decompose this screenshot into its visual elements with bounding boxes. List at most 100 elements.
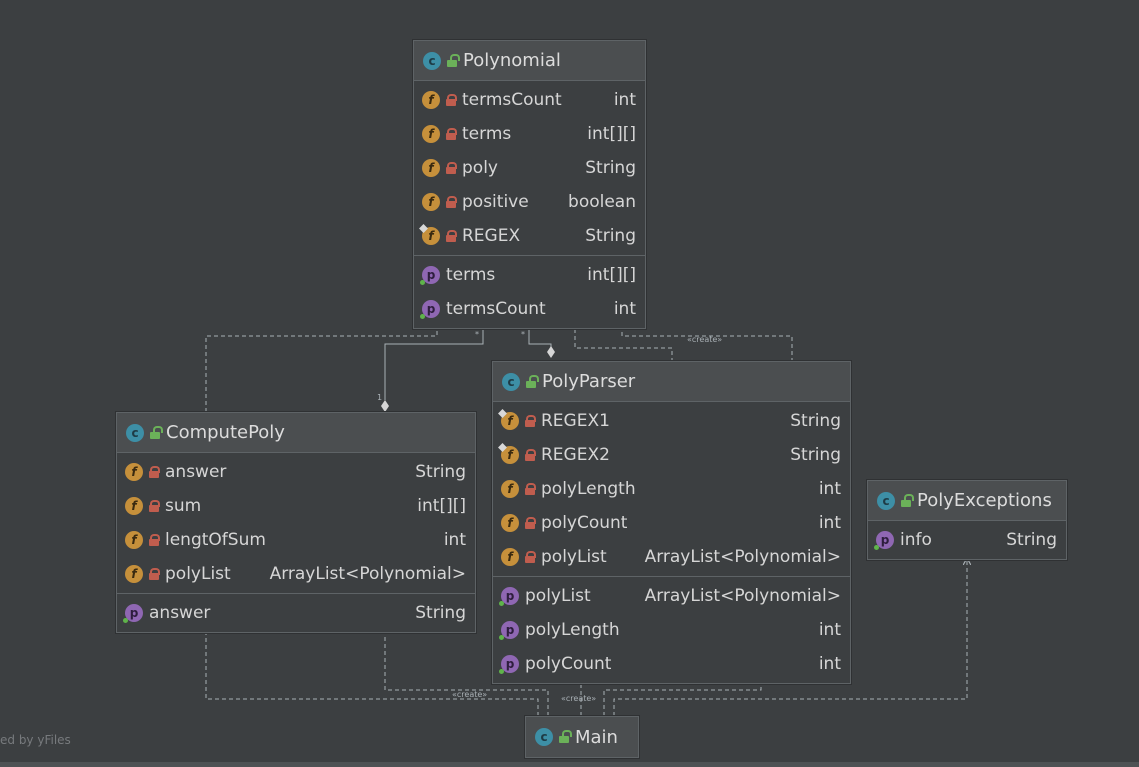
property-row[interactable]: p terms int[][] bbox=[414, 258, 645, 292]
member-name: REGEX2 bbox=[541, 445, 610, 465]
class-icon: c bbox=[535, 728, 553, 746]
property-icon: p bbox=[420, 300, 440, 319]
edge-polyparser-polynomial-create bbox=[622, 322, 793, 362]
field-row[interactable]: f REGEX1 String bbox=[493, 404, 850, 438]
class-name: PolyParser bbox=[542, 371, 636, 392]
property-icon: p bbox=[499, 621, 519, 640]
member-type: String bbox=[415, 462, 466, 482]
member-type: String bbox=[415, 603, 466, 623]
private-lock-icon bbox=[149, 568, 160, 580]
field-row[interactable]: f polyList ArrayList<Polynomial> bbox=[117, 557, 475, 591]
public-lock-icon bbox=[150, 425, 163, 439]
member-type: int bbox=[443, 530, 466, 550]
field-row[interactable]: f lengtOfSum int bbox=[117, 523, 475, 557]
edge-main-computepoly-dep bbox=[206, 626, 539, 716]
property-icon: p bbox=[874, 531, 894, 550]
static-marker-icon bbox=[498, 443, 507, 452]
class-icon: c bbox=[877, 491, 895, 510]
private-lock-icon bbox=[525, 517, 536, 529]
properties-section: p polyList ArrayList<Polynomial> p polyLengt… bbox=[493, 577, 850, 683]
properties-section: p answer String bbox=[117, 594, 475, 632]
field-row[interactable]: f polyCount int bbox=[493, 506, 850, 540]
private-lock-icon bbox=[446, 230, 457, 242]
field-icon: f bbox=[125, 463, 143, 481]
private-lock-icon bbox=[525, 483, 536, 495]
field-row[interactable]: f REGEX String bbox=[414, 219, 645, 253]
fields-section: f answer String f sum int[][] f lengtOfSum int f p… bbox=[117, 453, 475, 594]
property-row[interactable]: p polyLength int bbox=[493, 613, 850, 647]
property-row[interactable]: p termsCount int bbox=[414, 292, 645, 326]
field-row[interactable]: f polyLength int bbox=[493, 472, 850, 506]
member-type: int bbox=[818, 620, 841, 640]
field-row[interactable]: f poly String bbox=[414, 151, 645, 185]
property-row[interactable]: p info String bbox=[868, 523, 1066, 557]
edge-label-mult-star-1: * bbox=[475, 330, 479, 339]
private-lock-icon bbox=[446, 162, 457, 174]
field-icon: f bbox=[501, 480, 519, 498]
member-name: REGEX bbox=[462, 226, 521, 246]
property-row[interactable]: p answer String bbox=[117, 596, 475, 630]
field-row[interactable]: f sum int[][] bbox=[117, 489, 475, 523]
member-type: int bbox=[818, 654, 841, 674]
field-icon: f bbox=[422, 91, 440, 109]
member-type: String bbox=[790, 411, 841, 431]
property-icon: p bbox=[499, 655, 519, 674]
class-icon: c bbox=[423, 51, 441, 70]
member-name: polyLength bbox=[541, 479, 636, 499]
member-name: termsCount bbox=[446, 299, 546, 319]
member-type: int[][] bbox=[587, 265, 636, 285]
class-name: Polynomial bbox=[463, 50, 561, 71]
private-lock-icon bbox=[525, 415, 536, 427]
edge-label-create-1: «create» bbox=[687, 335, 722, 344]
edge-computepoly-polynomial-aggregation bbox=[384, 322, 483, 400]
field-icon: f bbox=[125, 497, 143, 515]
edge-label-mult-1: 1 bbox=[377, 393, 382, 402]
static-marker-icon bbox=[498, 409, 507, 418]
member-type: int[][] bbox=[587, 124, 636, 144]
yfiles-watermark: ed by yFiles bbox=[0, 733, 71, 747]
member-name: terms bbox=[462, 124, 512, 144]
class-node-main[interactable]: c Main bbox=[525, 716, 639, 758]
field-row[interactable]: f REGEX2 String bbox=[493, 438, 850, 472]
member-type: String bbox=[790, 445, 841, 465]
class-node-computepoly[interactable]: c ComputePoly f answer String f sum int[][] f l… bbox=[116, 412, 476, 633]
properties-section: p terms int[][] p termsCount int bbox=[414, 256, 645, 328]
member-name: polyLength bbox=[525, 620, 620, 640]
class-node-polyparser[interactable]: c PolyParser f REGEX1 String f REGEX2 String f… bbox=[492, 361, 851, 684]
property-row[interactable]: p polyList ArrayList<Polynomial> bbox=[493, 579, 850, 613]
class-icon: c bbox=[502, 372, 520, 391]
member-name: terms bbox=[446, 265, 496, 285]
member-type: ArrayList<Polynomial> bbox=[269, 564, 466, 584]
member-type: int[][] bbox=[417, 496, 466, 516]
fields-section: f REGEX1 String f REGEX2 String f polyLength int… bbox=[493, 402, 850, 577]
public-lock-icon bbox=[526, 374, 539, 388]
class-name: Main bbox=[575, 726, 618, 748]
private-lock-icon bbox=[446, 196, 457, 208]
property-icon: p bbox=[499, 587, 519, 606]
class-node-polynomial[interactable]: c Polynomial f termsCount int f terms int[][]… bbox=[413, 40, 646, 329]
member-name: polyList bbox=[541, 547, 607, 567]
field-row[interactable]: f answer String bbox=[117, 455, 475, 489]
class-header: c PolyExceptions bbox=[868, 481, 1066, 521]
private-lock-icon bbox=[149, 500, 160, 512]
field-row[interactable]: f terms int[][] bbox=[414, 117, 645, 151]
member-name: sum bbox=[165, 496, 202, 516]
property-row[interactable]: p polyCount int bbox=[493, 647, 850, 681]
field-icon: f bbox=[501, 548, 519, 566]
private-lock-icon bbox=[446, 128, 457, 140]
member-name: answer bbox=[165, 462, 227, 482]
field-row[interactable]: f termsCount int bbox=[414, 83, 645, 117]
field-icon: f bbox=[501, 514, 519, 532]
fields-section: f termsCount int f terms int[][] f poly String f p… bbox=[414, 81, 645, 256]
member-name: polyList bbox=[525, 586, 591, 606]
class-node-polyexceptions[interactable]: c PolyExceptions p info String bbox=[867, 480, 1067, 560]
member-type: int bbox=[818, 479, 841, 499]
member-name: info bbox=[900, 530, 932, 550]
field-icon: f bbox=[422, 125, 440, 143]
member-name: positive bbox=[462, 192, 529, 212]
field-row[interactable]: f positive boolean bbox=[414, 185, 645, 219]
field-row[interactable]: f polyList ArrayList<Polynomial> bbox=[493, 540, 850, 574]
aggregation-diamond-polyparser bbox=[547, 346, 555, 358]
edge-computepoly-polynomial-dep bbox=[205, 322, 437, 412]
member-type: boolean bbox=[568, 192, 636, 212]
